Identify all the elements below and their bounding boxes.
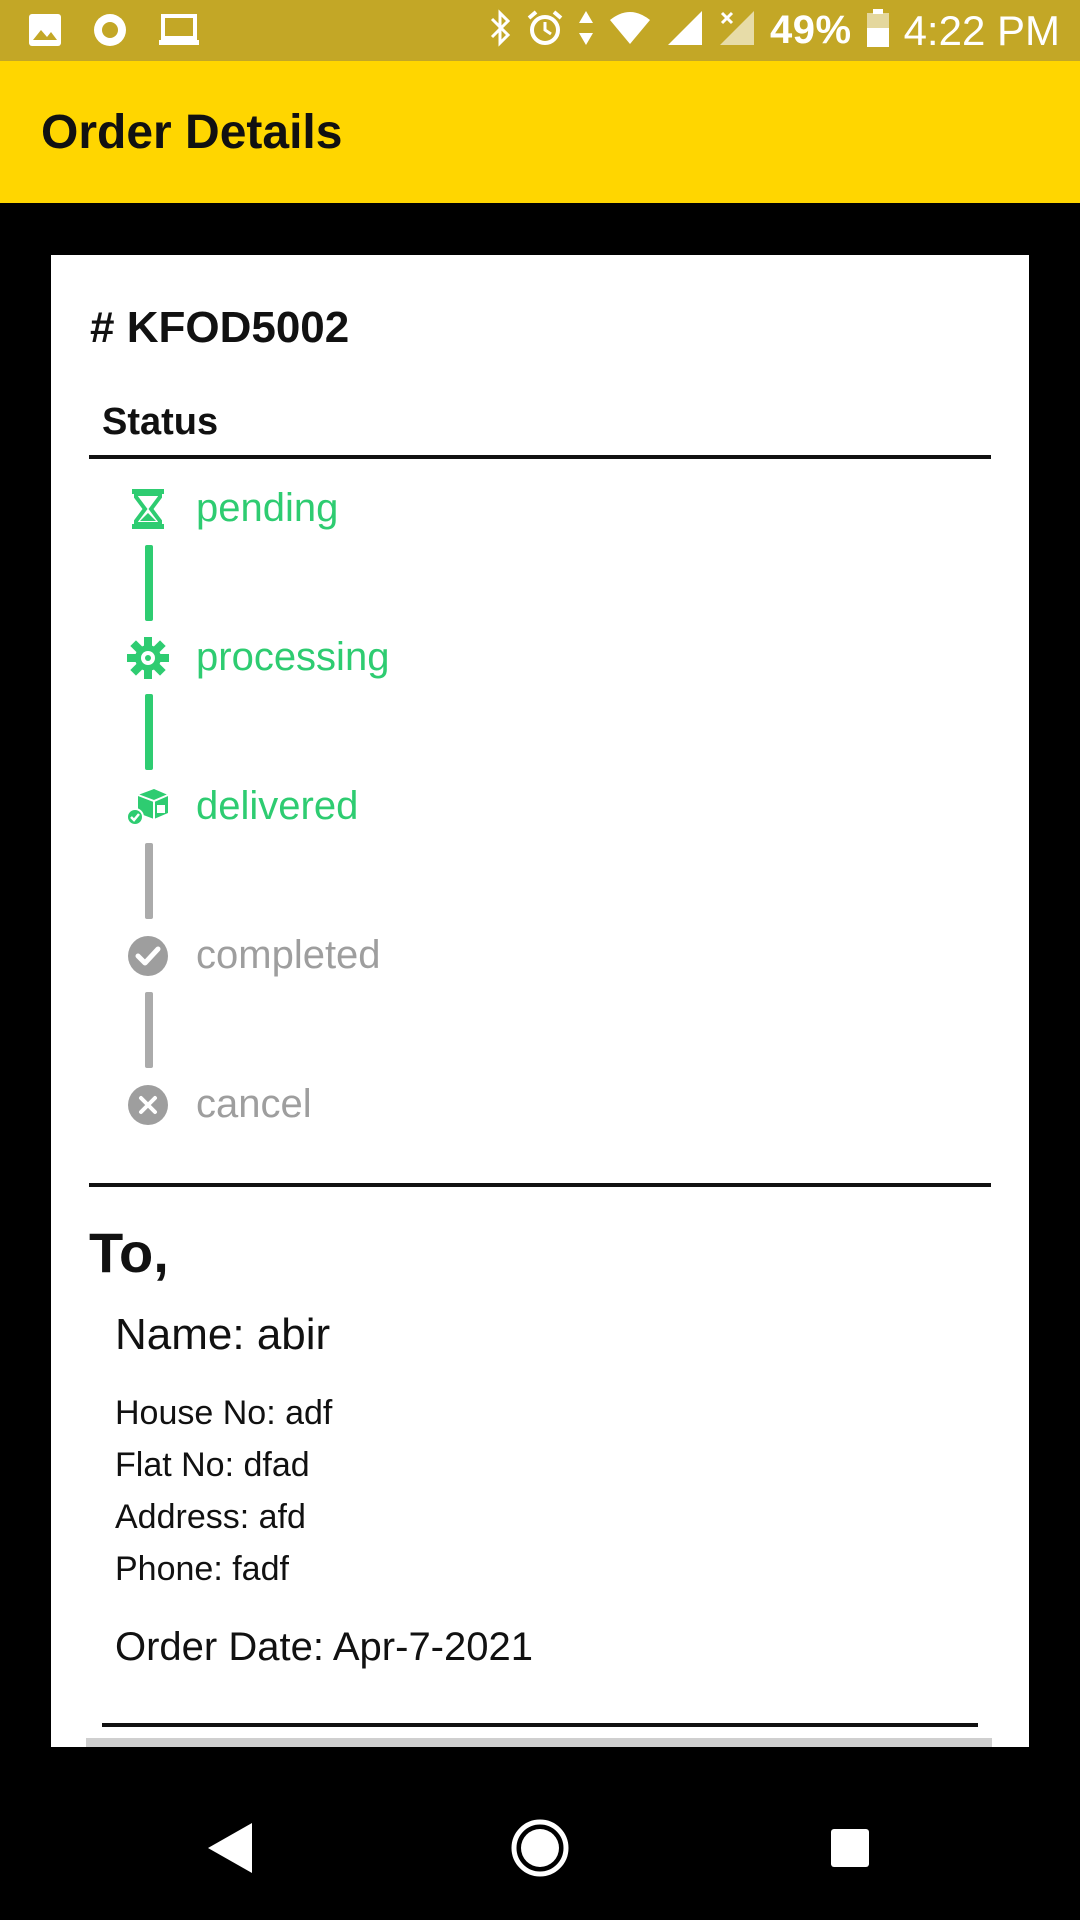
status-heading: Status [102, 401, 219, 443]
recipient-name: Name: abir [115, 1310, 331, 1359]
battery-percent: 49% [770, 8, 852, 52]
scroll-edge [86, 1738, 992, 1747]
step-connector [145, 694, 153, 770]
step-connector [145, 545, 153, 621]
back-icon[interactable] [188, 1806, 272, 1890]
step-label: completed [196, 933, 381, 977]
status-bar: 49% 4:22 PM [0, 0, 1080, 61]
data-arrows-icon [578, 9, 594, 52]
record-icon [92, 12, 128, 53]
page-title: Order Details [41, 105, 343, 159]
divider [89, 1183, 991, 1187]
step-label: delivered [196, 784, 359, 828]
signal-x-icon [718, 9, 756, 52]
step-connector [145, 992, 153, 1068]
bluetooth-icon [488, 9, 512, 52]
step-label: processing [196, 635, 390, 679]
status-step-delivered: delivered [126, 784, 358, 829]
laptop-icon [158, 13, 200, 52]
status-step-pending: pending [126, 486, 338, 531]
address: Address: afd [115, 1498, 306, 1536]
step-label: pending [196, 486, 339, 530]
clock: 4:22 PM [903, 6, 1060, 54]
x-circle-icon [126, 1083, 170, 1127]
delivery-box-icon [126, 785, 170, 829]
hourglass-icon [126, 487, 170, 531]
image-icon [28, 13, 62, 52]
app-bar: Order Details [0, 61, 1080, 203]
recents-icon[interactable] [808, 1806, 892, 1890]
battery-icon [866, 8, 890, 53]
step-label: cancel [196, 1082, 312, 1126]
home-icon[interactable] [498, 1806, 582, 1890]
order-date: Order Date: Apr-7-2021 [115, 1625, 533, 1669]
order-id: # KFOD5002 [90, 303, 350, 352]
step-connector [145, 843, 153, 919]
status-step-processing: processing [126, 635, 389, 680]
signal-icon [666, 9, 704, 52]
flat-number: Flat No: dfad [115, 1446, 310, 1484]
recipient-heading: To, [89, 1221, 169, 1284]
gear-icon [126, 636, 170, 680]
check-circle-icon [126, 934, 170, 978]
divider [102, 1723, 978, 1727]
divider [89, 455, 991, 459]
navigation-bar [0, 1776, 1080, 1920]
order-card: # KFOD5002 Status pending processing del… [51, 255, 1029, 1747]
wifi-icon [608, 10, 652, 51]
alarm-icon [526, 9, 564, 52]
phone: Phone: fadf [115, 1550, 289, 1588]
house-number: House No: adf [115, 1394, 333, 1432]
status-step-completed: completed [126, 933, 381, 978]
status-step-cancel: cancel [126, 1082, 312, 1127]
